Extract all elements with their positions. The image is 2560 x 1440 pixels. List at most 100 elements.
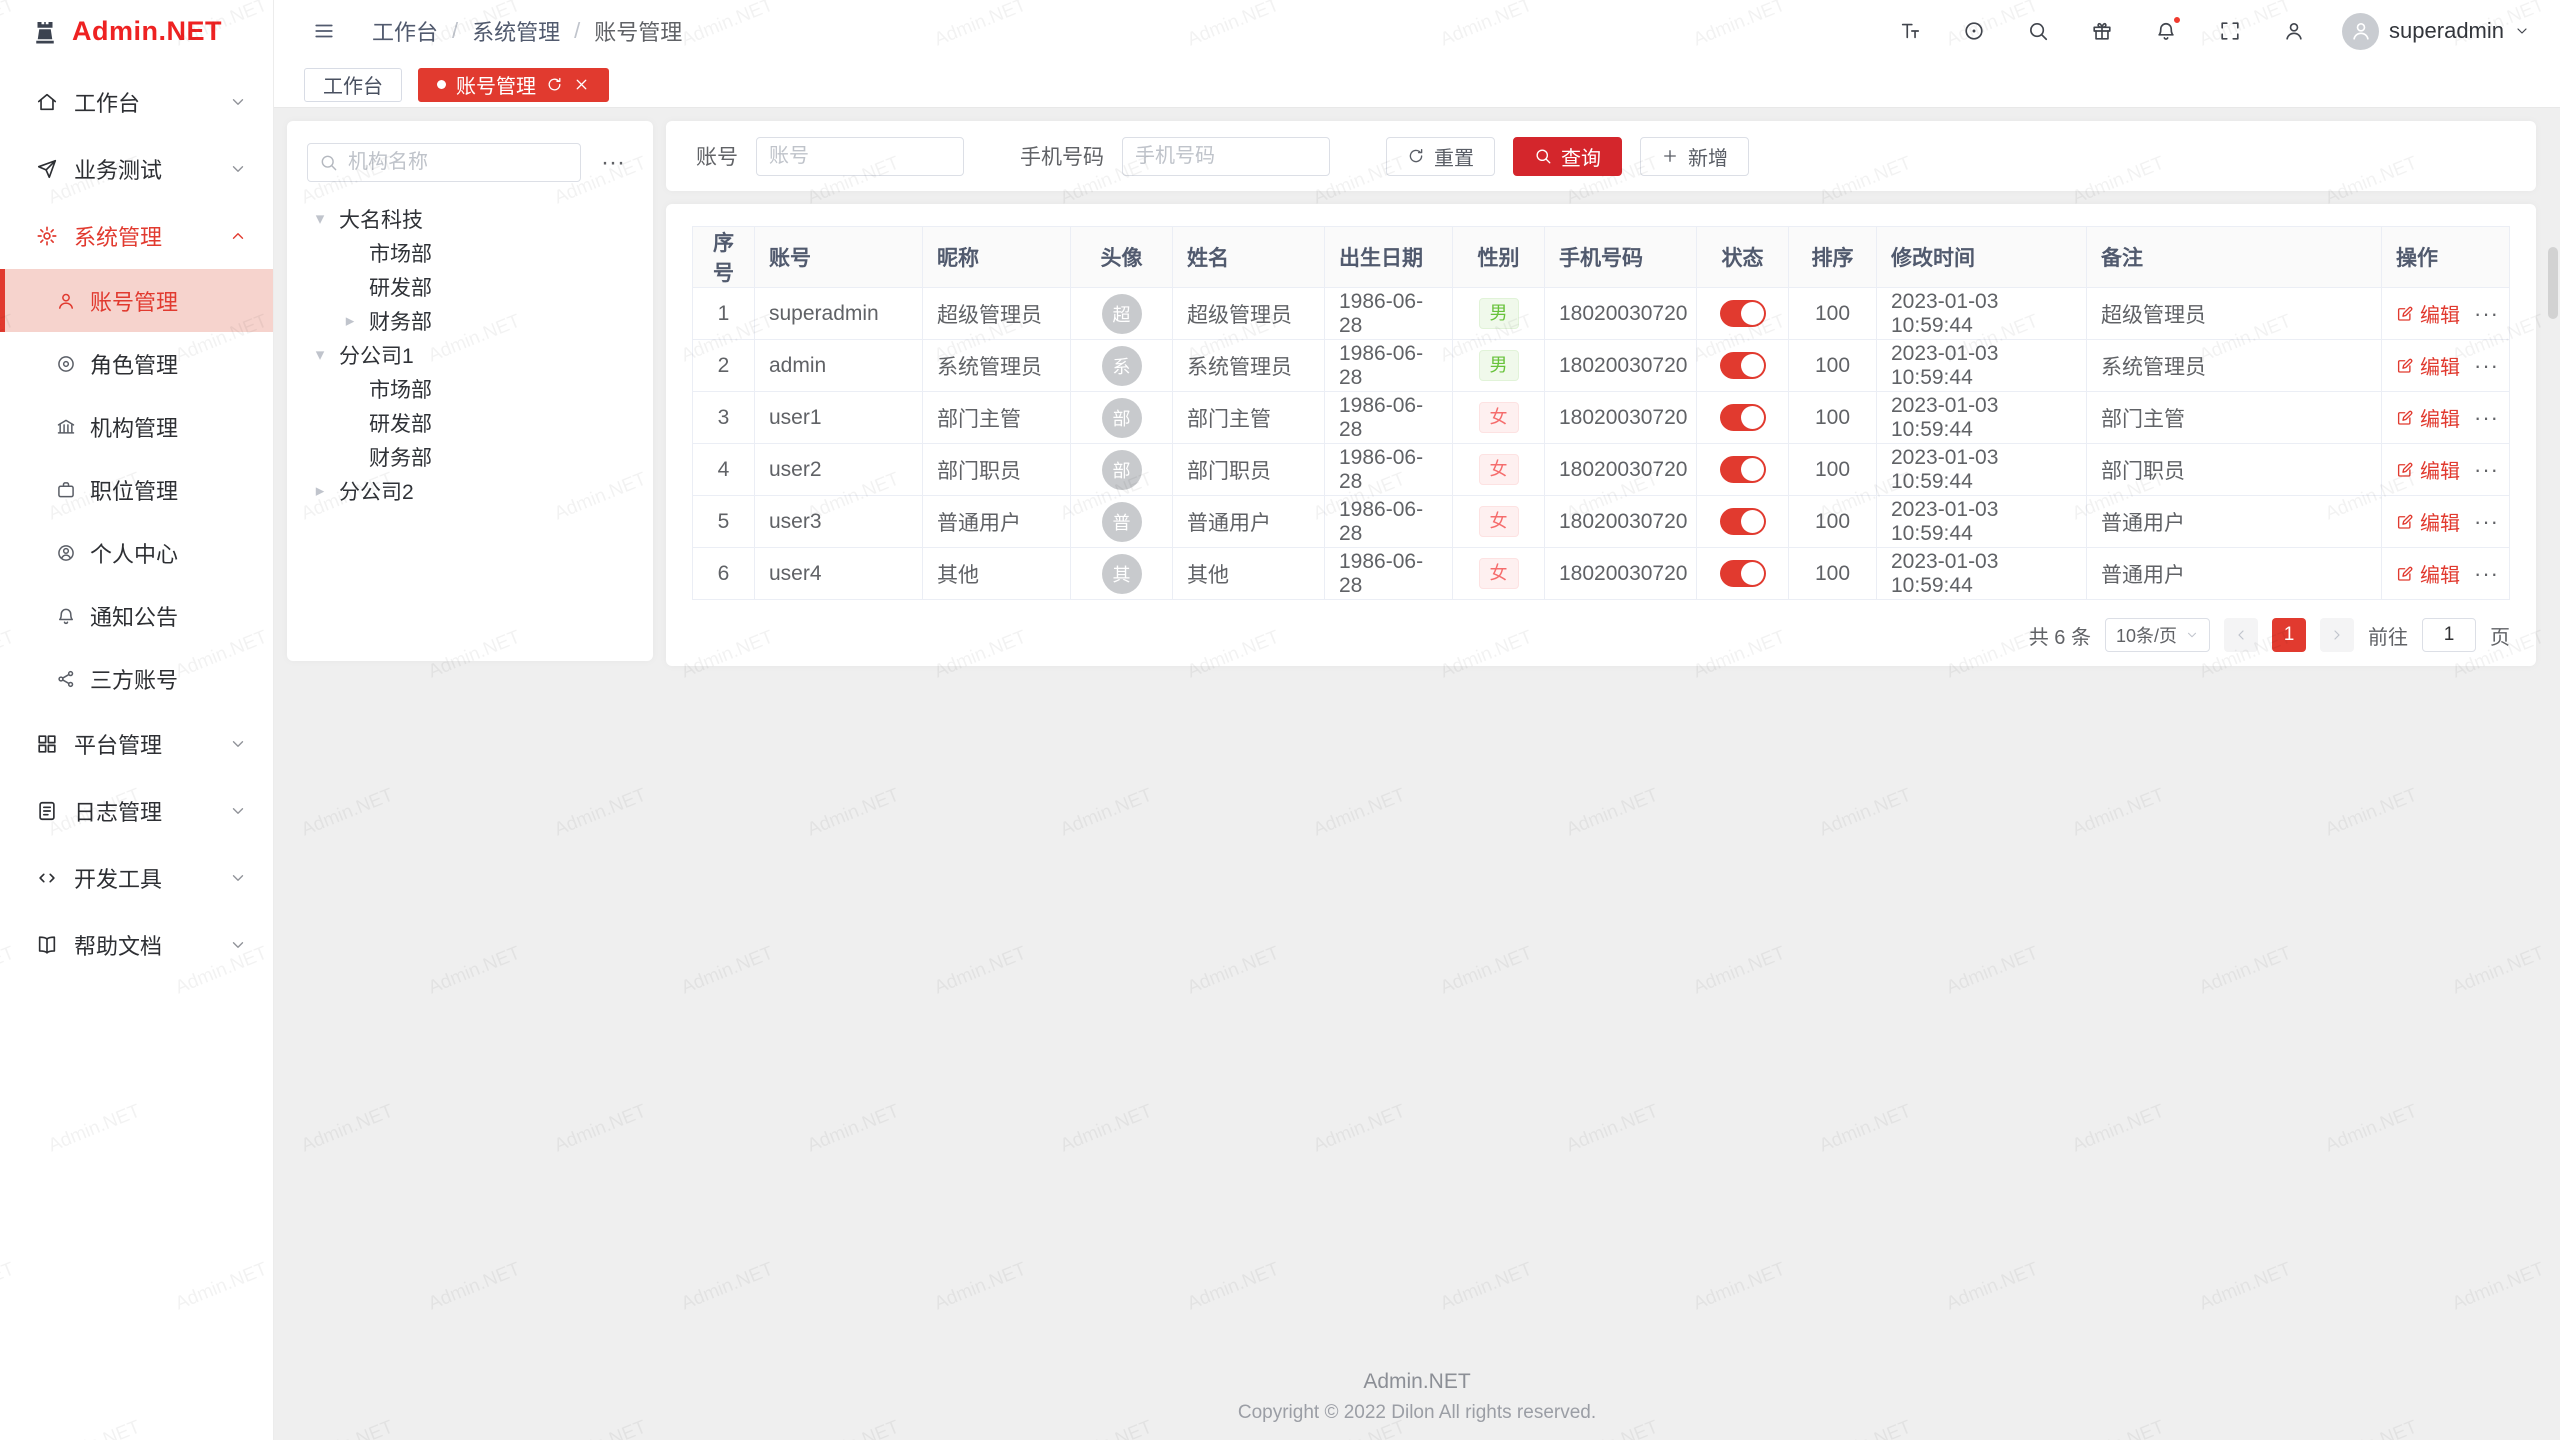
tree-node[interactable]: 财务部 — [307, 440, 633, 474]
cell-gender: 女 — [1453, 392, 1545, 444]
goto-page-input[interactable] — [2422, 618, 2476, 652]
sidebar-item-notice[interactable]: 通知公告 — [0, 584, 273, 647]
prev-page-button[interactable] — [2224, 618, 2258, 652]
logo[interactable]: Admin.NET — [0, 0, 273, 62]
profile-icon[interactable] — [2274, 11, 2314, 51]
font-size-icon[interactable] — [1890, 11, 1930, 51]
page-size-select[interactable]: 10条/页 — [2105, 618, 2210, 652]
tree-node[interactable]: 市场部 — [307, 236, 633, 270]
edit-button[interactable]: 编辑 — [2396, 351, 2460, 380]
tree-more-button[interactable]: ··· — [593, 143, 633, 182]
fullscreen-icon[interactable] — [2210, 11, 2250, 51]
caret-right-icon[interactable]: ▸ — [307, 481, 333, 501]
status-toggle[interactable] — [1720, 508, 1766, 535]
edit-button[interactable]: 编辑 — [2396, 559, 2460, 588]
edit-button[interactable]: 编辑 — [2396, 299, 2460, 328]
tree-node[interactable]: ▸ 财务部 — [307, 304, 633, 338]
query-button[interactable]: 查询 — [1513, 137, 1622, 176]
cell-birth: 1986-06-28 — [1325, 548, 1453, 600]
close-icon[interactable] — [573, 76, 590, 93]
sidebar-item-workbench[interactable]: 工作台 — [0, 68, 273, 135]
row-more-button[interactable]: ··· — [2474, 353, 2499, 379]
row-more-button[interactable]: ··· — [2474, 457, 2499, 483]
caret-down-icon[interactable]: ▾ — [307, 345, 333, 365]
reset-button[interactable]: 重置 — [1386, 137, 1495, 176]
edit-button[interactable]: 编辑 — [2396, 403, 2460, 432]
sidebar-item-business-test[interactable]: 业务测试 — [0, 135, 273, 202]
sidebar-item-role-management[interactable]: 角色管理 — [0, 332, 273, 395]
breadcrumb-item[interactable]: 工作台 — [372, 15, 438, 47]
refresh-icon[interactable] — [546, 76, 563, 93]
sidebar-submenu-system: 账号管理 角色管理 机构管理 职位管理 个人中心 — [0, 269, 273, 710]
tree-node[interactable]: 研发部 — [307, 270, 633, 304]
edit-button[interactable]: 编辑 — [2396, 455, 2460, 484]
theme-circle-icon[interactable] — [1954, 11, 1994, 51]
sidebar-item-log-management[interactable]: 日志管理 — [0, 777, 273, 844]
phone-filter-input[interactable] — [1122, 137, 1330, 176]
tree-node[interactable]: ▸ 分公司2 — [307, 474, 633, 508]
status-toggle[interactable] — [1720, 560, 1766, 587]
page-number-current[interactable]: 1 — [2272, 618, 2306, 652]
tree-node[interactable]: 市场部 — [307, 372, 633, 406]
tab-label: 工作台 — [323, 70, 383, 99]
tree-node-label: 分公司1 — [339, 340, 414, 370]
sidebar-item-account-management[interactable]: 账号管理 — [0, 269, 273, 332]
table-row: 1 superadmin 超级管理员 超 超级管理员 1986-06-28 男 … — [693, 288, 2510, 340]
cell-name: 部门职员 — [1173, 444, 1325, 496]
row-more-button[interactable]: ··· — [2474, 405, 2499, 431]
caret-down-icon[interactable]: ▾ — [307, 209, 333, 229]
sidebar-item-personal-center[interactable]: 个人中心 — [0, 521, 273, 584]
status-toggle[interactable] — [1720, 456, 1766, 483]
caret-right-icon[interactable]: ▸ — [337, 311, 363, 331]
row-more-button[interactable]: ··· — [2474, 301, 2499, 327]
sidebar-item-help-docs[interactable]: 帮助文档 — [0, 911, 273, 978]
hamburger-menu-icon[interactable] — [304, 11, 344, 51]
column-header: 姓名 — [1173, 227, 1325, 288]
row-more-button[interactable]: ··· — [2474, 509, 2499, 535]
cell-index: 5 — [693, 496, 755, 548]
notification-bell-icon[interactable] — [2146, 11, 2186, 51]
scrollbar-thumb[interactable] — [2548, 247, 2558, 319]
search-icon[interactable] — [2018, 11, 2058, 51]
edit-button-label: 编辑 — [2420, 299, 2460, 328]
tab-workbench[interactable]: 工作台 — [304, 68, 402, 102]
bell-icon — [56, 606, 76, 626]
sidebar-item-position-management[interactable]: 职位管理 — [0, 458, 273, 521]
sidebar-item-system-management[interactable]: 系统管理 — [0, 202, 273, 269]
breadcrumb-item[interactable]: 系统管理 — [472, 15, 560, 47]
status-toggle[interactable] — [1720, 352, 1766, 379]
phone-filter-label: 手机号码 — [1020, 141, 1104, 171]
user-dropdown[interactable]: superadmin — [2342, 13, 2530, 50]
tab-account-management[interactable]: 账号管理 — [418, 68, 609, 102]
add-button[interactable]: 新增 — [1640, 137, 1749, 176]
edit-button[interactable]: 编辑 — [2396, 507, 2460, 536]
search-icon — [319, 153, 338, 172]
table-row: 2 admin 系统管理员 系 系统管理员 1986-06-28 男 18020… — [693, 340, 2510, 392]
org-search-input[interactable] — [307, 143, 581, 182]
status-toggle[interactable] — [1720, 404, 1766, 431]
table-row: 4 user2 部门职员 部 部门职员 1986-06-28 女 1802003… — [693, 444, 2510, 496]
tree-node[interactable]: ▾ 分公司1 — [307, 338, 633, 372]
sidebar-item-platform-management[interactable]: 平台管理 — [0, 710, 273, 777]
cell-gender: 男 — [1453, 288, 1545, 340]
cell-index: 1 — [693, 288, 755, 340]
sidebar-item-third-party-account[interactable]: 三方账号 — [0, 647, 273, 710]
sidebar-item-dev-tools[interactable]: 开发工具 — [0, 844, 273, 911]
avatar: 普 — [1102, 502, 1142, 542]
status-toggle[interactable] — [1720, 300, 1766, 327]
sidebar-item-org-management[interactable]: 机构管理 — [0, 395, 273, 458]
chevron-right-icon — [2329, 627, 2345, 643]
cell-birth: 1986-06-28 — [1325, 444, 1453, 496]
account-filter-input[interactable] — [756, 137, 964, 176]
cell-account: user3 — [755, 496, 923, 548]
goto-label: 前往 — [2368, 621, 2408, 650]
gift-icon[interactable] — [2082, 11, 2122, 51]
tree-node[interactable]: 研发部 — [307, 406, 633, 440]
row-more-button[interactable]: ··· — [2474, 561, 2499, 587]
tree-node[interactable]: ▾ 大名科技 — [307, 202, 633, 236]
edit-button-label: 编辑 — [2420, 455, 2460, 484]
tree-toolbar: ··· — [307, 143, 633, 182]
cell-operation: 编辑 ··· — [2382, 392, 2510, 444]
bank-icon — [56, 417, 76, 437]
next-page-button[interactable] — [2320, 618, 2354, 652]
